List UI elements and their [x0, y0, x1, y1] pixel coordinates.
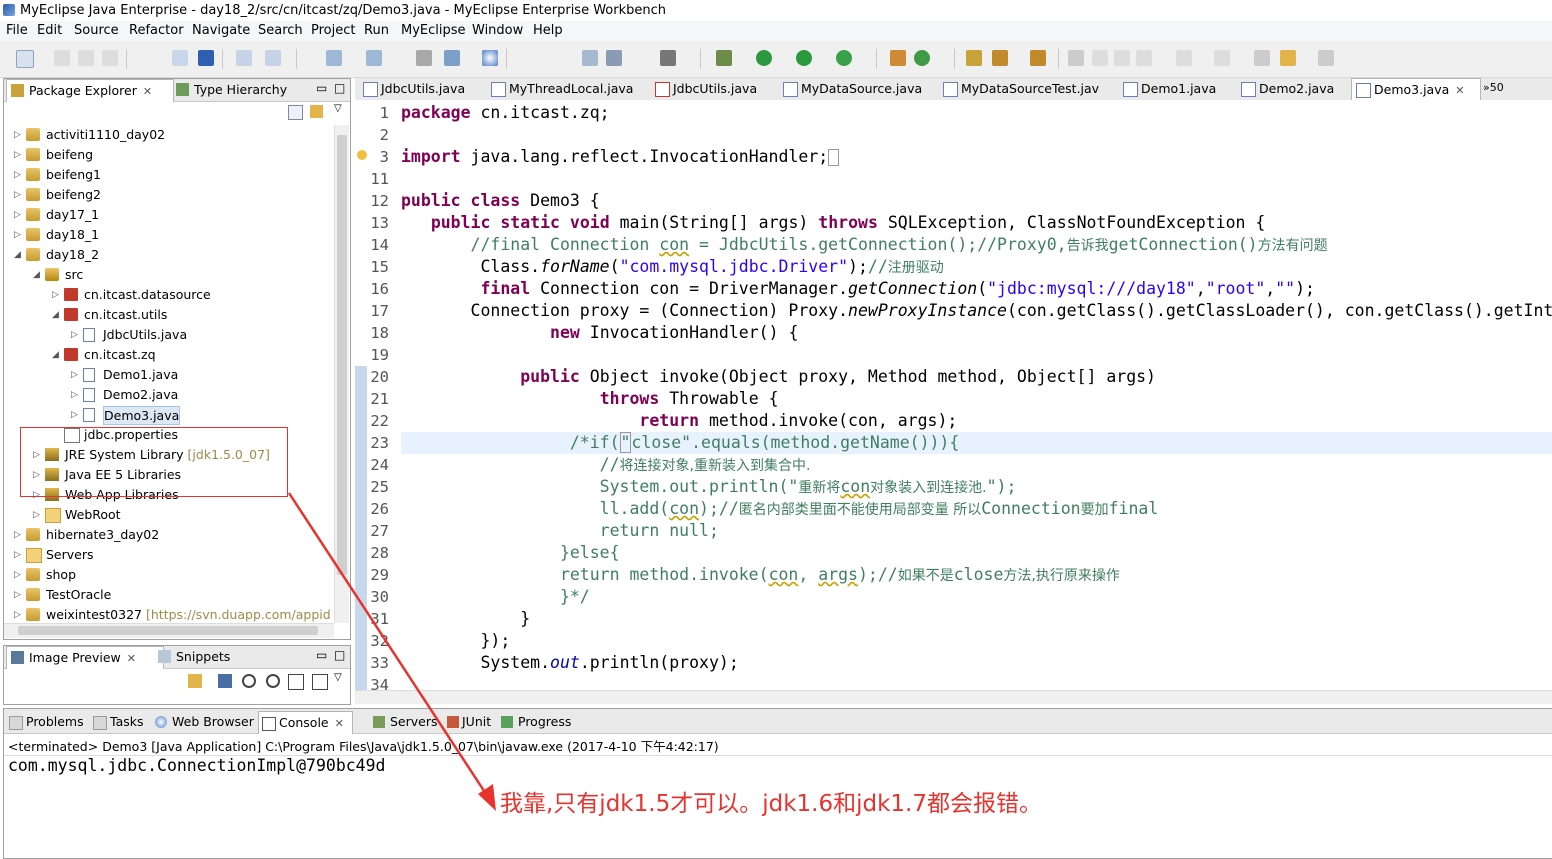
annotation-arrow	[287, 492, 496, 811]
annotation-text: 我靠,只有jdk1.5才可以。jdk1.6和jdk1.7都会报错。	[500, 791, 1042, 817]
